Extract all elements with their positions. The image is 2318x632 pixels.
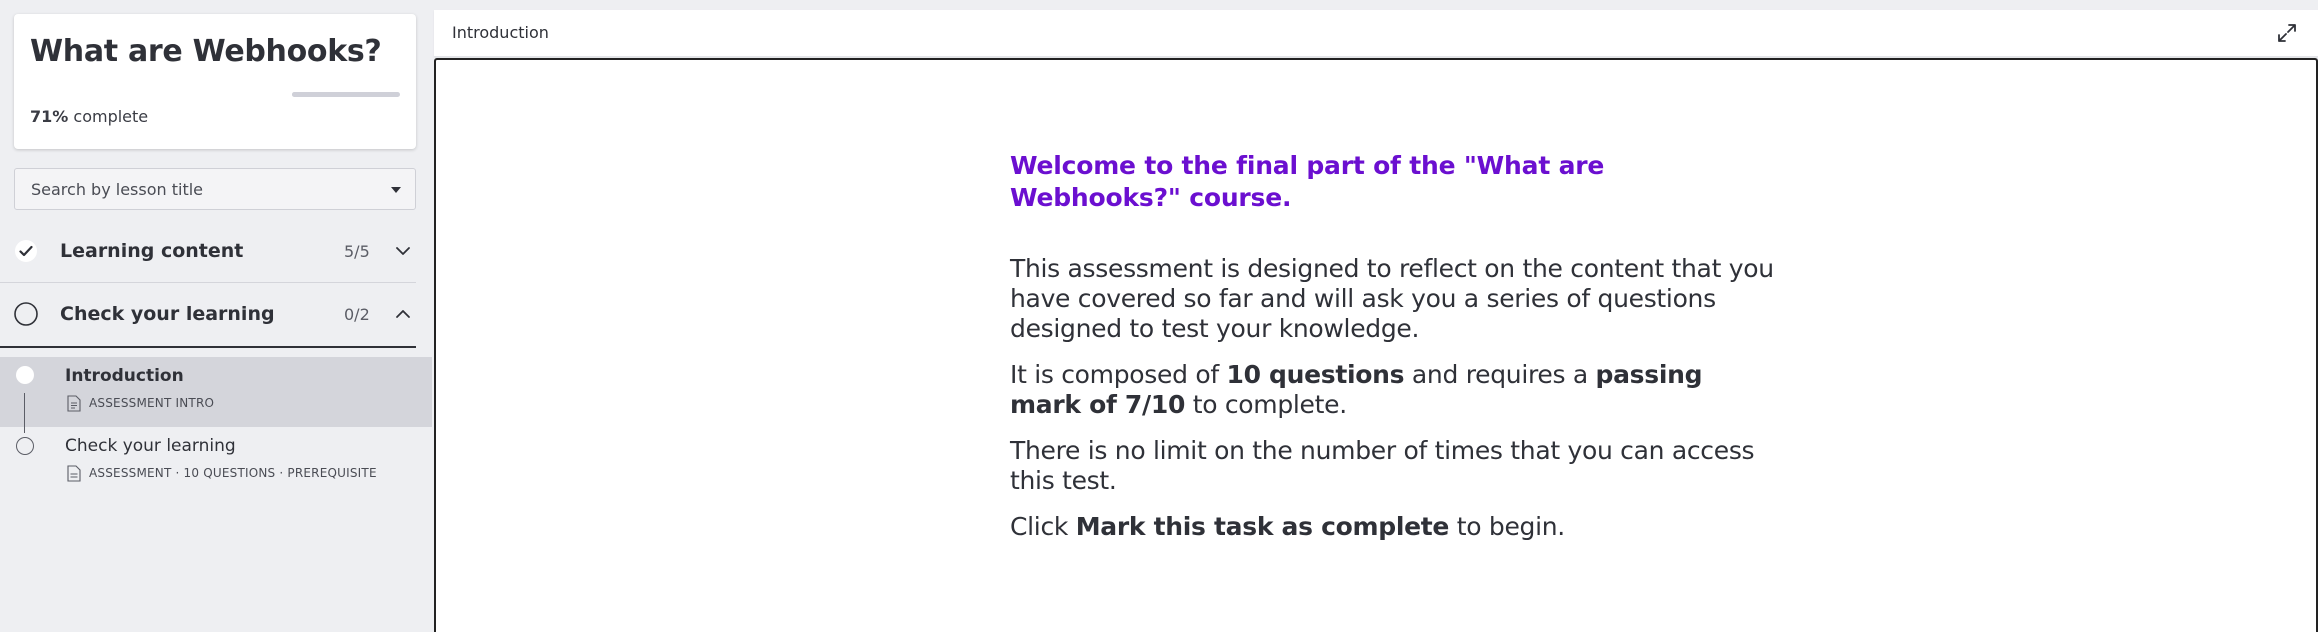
text-run-bold: Mark this task as complete — [1075, 512, 1450, 541]
empty-circle-icon — [14, 302, 38, 326]
section-count: 0/2 — [344, 305, 370, 324]
content-heading: Welcome to the final part of the "What a… — [1010, 151, 1605, 212]
quiz-document-icon — [67, 464, 81, 482]
section-learning-content[interactable]: Learning content 5/5 — [0, 221, 416, 283]
progress-value: 71% — [30, 107, 69, 126]
progress-bar — [292, 92, 400, 97]
lesson-meta-text: ASSESSMENT · 10 QUESTIONS · PREREQUISITE — [89, 466, 377, 480]
lesson-meta: ASSESSMENT · 10 QUESTIONS · PREREQUISITE — [67, 463, 377, 483]
expand-fullscreen-icon[interactable] — [2276, 22, 2298, 44]
text-run: It is composed of — [1010, 360, 1227, 389]
lesson-header-title: Introduction — [452, 23, 549, 42]
section-check-your-learning[interactable]: Check your learning 0/2 — [0, 284, 416, 348]
section-count: 5/5 — [344, 242, 370, 261]
text-run-bold: 10 questions — [1226, 360, 1405, 389]
lesson-panel: Introduction Welcome to the final part o… — [434, 10, 2318, 632]
lesson-status-dot — [16, 366, 34, 384]
lesson-content-frame: Welcome to the final part of the "What a… — [434, 58, 2318, 632]
progress-label: complete — [73, 107, 149, 126]
lesson-meta: ASSESSMENT INTRO — [67, 393, 214, 413]
text-run: and requires a — [1404, 360, 1596, 389]
content-paragraph: This assessment is designed to reflect o… — [1010, 254, 1774, 343]
lesson-status-dot — [16, 437, 34, 455]
lesson-header: Introduction — [434, 10, 2318, 57]
chevron-down-icon[interactable] — [392, 241, 414, 261]
lesson-search-select[interactable]: Search by lesson title — [14, 168, 416, 210]
course-summary-card: What are Webhooks? 71% complete — [14, 14, 416, 149]
content-paragraph: It is composed of 10 questions and requi… — [1010, 360, 1780, 420]
text-run: to complete. — [1185, 390, 1347, 419]
lesson-content: Welcome to the final part of the "What a… — [1010, 150, 1780, 542]
content-paragraph: Click Mark this task as complete to begi… — [1010, 512, 1780, 542]
lesson-meta-text: ASSESSMENT INTRO — [89, 396, 215, 410]
lesson-title: Introduction — [65, 366, 184, 386]
caret-down-icon — [391, 187, 401, 193]
text-run: to begin. — [1449, 512, 1566, 541]
lesson-title: Check your learning — [65, 436, 236, 456]
text-run: Click — [1010, 512, 1076, 541]
lesson-search-placeholder: Search by lesson title — [31, 180, 204, 199]
checkmark-icon — [15, 240, 37, 262]
document-icon — [67, 394, 81, 412]
lesson-item-check-your-learning[interactable]: Check your learning ASSESSMENT · 10 QUES… — [0, 427, 432, 497]
content-paragraph: There is no limit on the number of times… — [1010, 436, 1755, 495]
course-sidebar: What are Webhooks? 71% complete Search b… — [0, 0, 432, 632]
section-title: Learning content — [60, 240, 244, 262]
lesson-item-introduction[interactable]: Introduction ASSESSMENT INTRO — [0, 357, 432, 427]
course-title: What are Webhooks? — [30, 34, 382, 69]
progress-bar-fill — [292, 92, 369, 97]
section-title: Check your learning — [60, 303, 275, 325]
chevron-up-icon[interactable] — [392, 304, 414, 324]
progress-text: 71% complete — [30, 107, 148, 126]
